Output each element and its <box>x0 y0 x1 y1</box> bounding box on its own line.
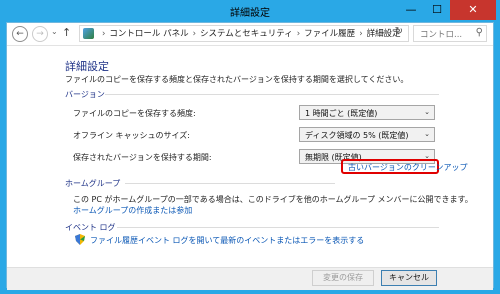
breadcrumb-separator-icon: › <box>192 29 197 39</box>
breadcrumb-item[interactable]: コントロール パネル <box>109 29 188 39</box>
breadcrumb-separator-icon: › <box>296 29 301 39</box>
close-button[interactable]: ✕ <box>450 0 496 20</box>
back-button[interactable]: ← <box>12 26 28 42</box>
homegroup-text: この PC がホームグループの一部である場合は、このドライブを他のホームグループ… <box>73 195 473 204</box>
homegroup-divider <box>125 183 335 184</box>
search-icon[interactable]: ⚲ <box>476 27 483 38</box>
homegroup-heading: ホームグループ <box>65 179 121 188</box>
event-log-link[interactable]: ファイル履歴イベント ログを開いて最新のイベントまたはエラーを表示する <box>90 235 364 246</box>
page-title: 詳細設定 <box>65 60 109 73</box>
settings-window: 詳細設定 — ☐ ✕ ← → ⌄ ↑ › コントロール パネル › システムとセキュリ… <box>0 0 500 294</box>
breadcrumb-separator-icon: › <box>359 29 363 39</box>
search-placeholder: コントロ... <box>420 30 463 40</box>
path-box[interactable]: › コントロール パネル › システムとセキュリティ › ファイル履歴 › 詳細設定 ⌄ ↻ <box>79 25 409 42</box>
eventlog-divider <box>117 227 439 228</box>
frequency-label: ファイルのコピーを保存する頻度: <box>73 109 196 118</box>
forward-button[interactable]: → <box>32 26 48 42</box>
client-area: ← → ⌄ ↑ › コントロール パネル › システムとセキュリティ › ファイル履歴 › 詳… <box>6 22 494 290</box>
breadcrumb: › コントロール パネル › システムとセキュリティ › ファイル履歴 › 詳細設定 <box>98 27 401 39</box>
breadcrumb-item[interactable]: ファイル履歴 <box>304 29 355 39</box>
control-panel-icon <box>83 28 94 39</box>
versions-divider <box>105 94 439 95</box>
search-input[interactable]: コントロ... ⚲ <box>413 25 487 42</box>
chevron-down-icon: ⌄ <box>424 130 430 138</box>
cache-size-select[interactable]: ディスク領域の 5% (既定値) ⌄ <box>299 127 435 142</box>
address-bar: ← → ⌄ ↑ › コントロール パネル › システムとセキュリティ › ファイル履歴 › 詳… <box>7 23 493 46</box>
breadcrumb-item[interactable]: システムとセキュリティ <box>200 29 293 39</box>
cache-size-value: ディスク領域の 5% (既定値) <box>305 131 409 140</box>
versions-heading: バージョン <box>65 90 105 99</box>
refresh-icon[interactable]: ↻ <box>395 26 403 37</box>
shield-icon <box>75 234 85 245</box>
save-changes-button[interactable]: 変更の保存 <box>312 270 374 286</box>
main-content: 詳細設定 ファイルのコピーを保存する頻度と保存されたバージョンを保持する期間を選… <box>7 46 493 266</box>
page-description: ファイルのコピーを保存する頻度と保存されたバージョンを保持する期間を選択してくだ… <box>65 75 409 84</box>
cancel-button[interactable]: キャンセル <box>381 270 437 286</box>
frequency-value: 1 時間ごと (既定値) <box>305 109 378 118</box>
cleanup-versions-highlight[interactable]: 古いバージョンのクリーンアップ <box>341 159 467 174</box>
cache-size-label: オフライン キャッシュのサイズ: <box>73 131 190 140</box>
minimize-button[interactable]: — <box>398 0 424 20</box>
chevron-down-icon[interactable]: ⌄ <box>379 27 386 36</box>
chevron-down-icon: ⌄ <box>424 108 430 116</box>
up-arrow-icon[interactable]: ↑ <box>62 26 71 39</box>
frequency-select[interactable]: 1 時間ごと (既定値) ⌄ <box>299 105 435 120</box>
recent-locations-icon[interactable]: ⌄ <box>51 27 58 36</box>
homegroup-link[interactable]: ホームグループの作成または参加 <box>73 205 192 216</box>
keep-period-label: 保存されたバージョンを保持する期間: <box>73 153 212 162</box>
title-bar: 詳細設定 — ☐ ✕ <box>0 0 500 22</box>
cleanup-versions-link[interactable]: 古いバージョンのクリーンアップ <box>348 162 467 173</box>
maximize-button[interactable]: ☐ <box>424 0 450 20</box>
breadcrumb-separator-icon: › <box>102 29 106 39</box>
footer-bar: 変更の保存 キャンセル <box>7 267 493 290</box>
eventlog-heading: イベント ログ <box>65 223 116 232</box>
